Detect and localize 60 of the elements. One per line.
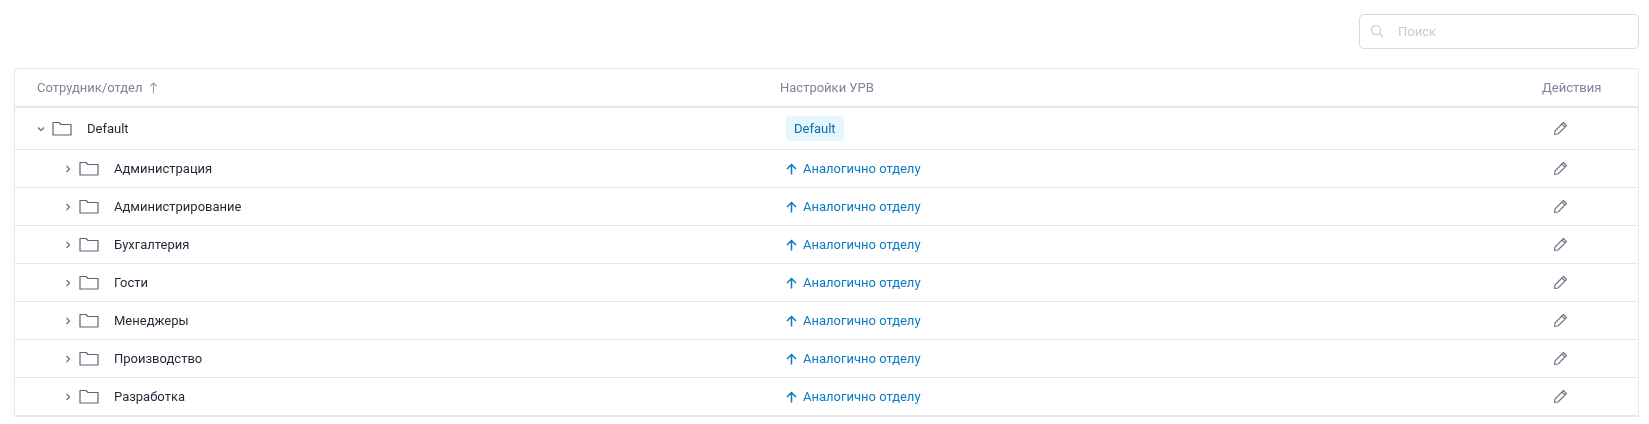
edit-button[interactable]: [1551, 311, 1570, 330]
sort-arrow-icon[interactable]: [148, 81, 158, 94]
edit-button[interactable]: [1551, 235, 1570, 254]
department-name: Default: [87, 119, 129, 138]
pencil-icon: [1553, 199, 1568, 214]
chevron-icon[interactable]: [63, 315, 73, 326]
edit-button[interactable]: [1551, 273, 1570, 292]
column-header: Настройки УРВ: [780, 79, 874, 95]
inherit-link[interactable]: Аналогично отделу: [786, 196, 921, 217]
department-name: Разработка: [114, 387, 185, 406]
pencil-icon: [1553, 121, 1568, 136]
department-name: Администрация: [114, 159, 213, 178]
pencil-icon: [1553, 351, 1568, 366]
edit-button[interactable]: [1551, 349, 1570, 368]
inherit-link[interactable]: Аналогично отделу: [786, 158, 921, 179]
pencil-icon: [1553, 161, 1568, 176]
arrow-up-icon: [786, 276, 797, 289]
edit-button[interactable]: [1551, 119, 1570, 138]
column-header[interactable]: Сотрудник/отдел: [37, 77, 143, 98]
arrow-up-icon: [786, 238, 797, 251]
arrow-up-icon: [786, 314, 797, 327]
pencil-icon: [1553, 313, 1568, 328]
search-icon: [1370, 24, 1384, 38]
inherit-link[interactable]: Аналогично отделу: [786, 272, 921, 293]
folder-icon: [79, 351, 99, 366]
folder-icon: [79, 275, 99, 290]
chevron-icon[interactable]: [63, 239, 73, 250]
search-field[interactable]: Поиск: [1359, 14, 1639, 49]
folder-icon: [79, 237, 99, 252]
folder-icon: [52, 121, 72, 136]
arrow-up-icon: [786, 162, 797, 175]
folder-icon: [79, 389, 99, 404]
chevron-icon[interactable]: [63, 201, 73, 212]
column-header: Действия: [1542, 79, 1602, 95]
settings-tag: Default: [786, 115, 844, 142]
pencil-icon: [1553, 237, 1568, 252]
department-name: Бухгалтерия: [114, 235, 190, 254]
arrow-up-icon: [786, 390, 797, 403]
department-name: Администрирование: [114, 197, 242, 216]
pencil-icon: [1553, 389, 1568, 404]
chevron-icon[interactable]: [63, 163, 73, 174]
chevron-icon[interactable]: [63, 391, 73, 402]
pencil-icon: [1553, 275, 1568, 290]
edit-button[interactable]: [1551, 197, 1570, 216]
folder-icon: [79, 161, 99, 176]
edit-button[interactable]: [1551, 387, 1570, 406]
folder-icon: [79, 313, 99, 328]
arrow-up-icon: [786, 352, 797, 365]
folder-icon: [79, 199, 99, 214]
inherit-link[interactable]: Аналогично отделу: [786, 386, 921, 407]
inherit-link[interactable]: Аналогично отделу: [786, 348, 921, 369]
chevron-icon[interactable]: [63, 277, 73, 288]
chevron-icon[interactable]: [63, 353, 73, 364]
arrow-up-icon: [786, 200, 797, 213]
inherit-link[interactable]: Аналогично отделу: [786, 310, 921, 331]
department-name: Менеджеры: [114, 311, 189, 330]
edit-button[interactable]: [1551, 159, 1570, 178]
department-name: Производство: [114, 349, 203, 368]
inherit-link[interactable]: Аналогично отделу: [786, 234, 921, 255]
department-name: Гости: [114, 273, 148, 292]
